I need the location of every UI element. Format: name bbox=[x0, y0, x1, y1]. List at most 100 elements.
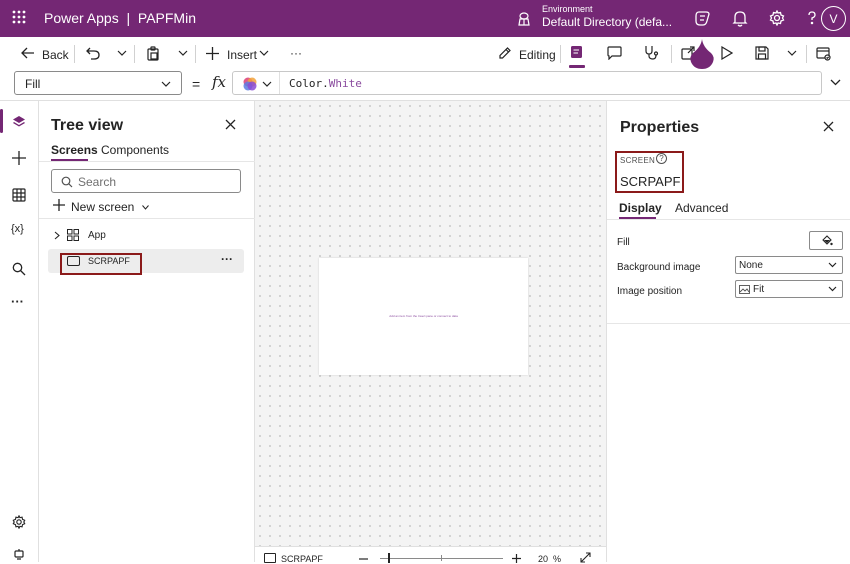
help-icon[interactable] bbox=[808, 10, 816, 26]
design-canvas[interactable]: Add an item from the Insert pane or conn… bbox=[255, 101, 606, 564]
formula-divider bbox=[279, 72, 280, 94]
insert-plus-icon[interactable] bbox=[206, 47, 219, 60]
close-icon[interactable] bbox=[225, 119, 236, 130]
zoom-slider-tick bbox=[441, 555, 442, 561]
command-bar: Back Insert ··· Editing bbox=[0, 37, 850, 70]
paste-menu-chevron-icon[interactable] bbox=[178, 50, 188, 56]
toolbar-divider bbox=[806, 45, 807, 63]
empty-screen-hint: Add an item from the Insert pane or conn… bbox=[389, 314, 458, 318]
notifications-icon[interactable] bbox=[732, 10, 748, 27]
fit-to-window-icon[interactable] bbox=[580, 552, 591, 563]
paste-icon[interactable] bbox=[146, 46, 160, 61]
copilot-icon[interactable] bbox=[694, 10, 711, 27]
zoom-out-icon[interactable] bbox=[359, 558, 368, 560]
toolbar-divider bbox=[195, 45, 196, 63]
chevron-down-icon[interactable] bbox=[262, 81, 272, 87]
tree-search-input[interactable]: Search bbox=[51, 169, 241, 193]
more-rail-icon[interactable]: ··· bbox=[11, 294, 24, 309]
insert-chevron-icon[interactable] bbox=[259, 50, 269, 56]
rail-active-indicator bbox=[0, 109, 3, 133]
footer-screen-name[interactable]: SCRPAPF bbox=[281, 554, 323, 564]
property-selector-value: Fill bbox=[25, 77, 41, 91]
search-icon bbox=[61, 176, 73, 188]
save-icon[interactable] bbox=[755, 46, 769, 60]
back-button[interactable]: Back bbox=[42, 48, 69, 62]
background-image-dropdown[interactable]: None bbox=[735, 256, 843, 274]
tab-display[interactable]: Display bbox=[619, 201, 662, 215]
app-header: Power Apps | PAPFMin Environment Default… bbox=[0, 0, 850, 37]
formula-bar: Fill = fx Color.White bbox=[0, 70, 850, 101]
tab-components[interactable]: Components bbox=[101, 143, 169, 157]
save-menu-chevron-icon[interactable] bbox=[787, 50, 797, 56]
more-commands-button[interactable]: ··· bbox=[290, 46, 302, 60]
undo-menu-chevron-icon[interactable] bbox=[117, 50, 127, 56]
app-launcher-icon[interactable] bbox=[12, 10, 26, 24]
new-screen-plus-icon[interactable] bbox=[53, 199, 65, 211]
selection-highlight-box bbox=[615, 151, 684, 193]
publish-icon[interactable] bbox=[816, 46, 831, 61]
background-image-label: Background image bbox=[617, 262, 701, 273]
fx-label: fx bbox=[212, 73, 227, 91]
insert-button[interactable]: Insert bbox=[227, 48, 257, 62]
tree-item-label: App bbox=[88, 230, 106, 241]
panel-title: Properties bbox=[620, 119, 700, 136]
tab-advanced[interactable]: Advanced bbox=[675, 201, 728, 215]
user-avatar[interactable]: V bbox=[821, 6, 846, 31]
left-rail: {x} ··· bbox=[0, 101, 39, 562]
dropdown-value: Fit bbox=[753, 284, 765, 295]
chevron-down-icon bbox=[828, 262, 837, 268]
new-screen-button[interactable]: New screen bbox=[71, 200, 149, 214]
copilot-formula-icon[interactable] bbox=[242, 76, 258, 92]
app-checker-notes-icon[interactable] bbox=[570, 45, 584, 61]
close-icon[interactable] bbox=[823, 121, 834, 132]
back-arrow-icon[interactable] bbox=[21, 47, 35, 59]
editing-mode-button[interactable]: Editing bbox=[519, 48, 556, 62]
undo-icon[interactable] bbox=[86, 47, 100, 60]
chevron-right-icon[interactable] bbox=[54, 231, 60, 240]
image-icon bbox=[739, 285, 750, 294]
tabs-divider bbox=[607, 219, 850, 220]
expand-formula-chevron-icon[interactable] bbox=[830, 79, 841, 86]
equals-sign: = bbox=[192, 76, 201, 92]
settings-icon[interactable] bbox=[12, 515, 26, 529]
comments-icon[interactable] bbox=[607, 46, 622, 60]
properties-panel: Properties SCREEN ? SCRPAPF Display Adva… bbox=[606, 101, 850, 562]
virtual-agent-icon[interactable] bbox=[13, 549, 25, 561]
tab-screens[interactable]: Screens bbox=[51, 143, 98, 157]
more-options-icon[interactable]: ··· bbox=[221, 252, 233, 266]
toolbar-divider bbox=[671, 45, 672, 63]
property-selector[interactable]: Fill bbox=[14, 71, 182, 95]
formula-input[interactable]: Color.White bbox=[232, 71, 822, 95]
chevron-down-icon bbox=[828, 286, 837, 292]
variables-icon[interactable]: {x} bbox=[11, 223, 24, 235]
search-placeholder: Search bbox=[78, 175, 117, 189]
image-position-dropdown[interactable]: Fit bbox=[735, 280, 843, 298]
formula-text: Color.White bbox=[289, 77, 362, 90]
environment-icon bbox=[516, 11, 532, 27]
search-icon[interactable] bbox=[12, 262, 26, 276]
toolbar-divider bbox=[74, 45, 75, 63]
app-title: Power Apps | PAPFMin bbox=[44, 10, 196, 26]
cursor-pointer-icon bbox=[689, 39, 715, 70]
panel-title: Tree view bbox=[51, 117, 124, 134]
image-position-label: Image position bbox=[617, 286, 683, 297]
fill-color-button[interactable] bbox=[809, 231, 843, 250]
settings-icon[interactable] bbox=[769, 10, 785, 26]
insert-plus-icon[interactable] bbox=[12, 151, 26, 165]
preview-play-icon[interactable] bbox=[720, 46, 733, 60]
screen-artboard[interactable]: Add an item from the Insert pane or conn… bbox=[319, 258, 528, 375]
tree-view-layers-icon[interactable] bbox=[12, 115, 26, 129]
tree-view-panel: Tree view Screens Components Search New … bbox=[39, 101, 255, 562]
dropdown-value: None bbox=[739, 260, 763, 271]
environment-label: Environment bbox=[542, 4, 593, 14]
edit-pencil-icon bbox=[498, 46, 512, 60]
fill-label: Fill bbox=[617, 237, 630, 248]
app-object-icon bbox=[67, 229, 79, 241]
toolbar-divider bbox=[134, 45, 135, 63]
environment-picker[interactable]: Default Directory (defa... bbox=[542, 15, 672, 29]
data-table-icon[interactable] bbox=[12, 188, 26, 202]
zoom-level: 20 % bbox=[538, 554, 562, 564]
chevron-down-icon bbox=[161, 81, 171, 87]
app-checker-stethoscope-icon[interactable] bbox=[644, 45, 659, 60]
canvas-footer: SCRPAPF 20 % bbox=[255, 546, 606, 564]
